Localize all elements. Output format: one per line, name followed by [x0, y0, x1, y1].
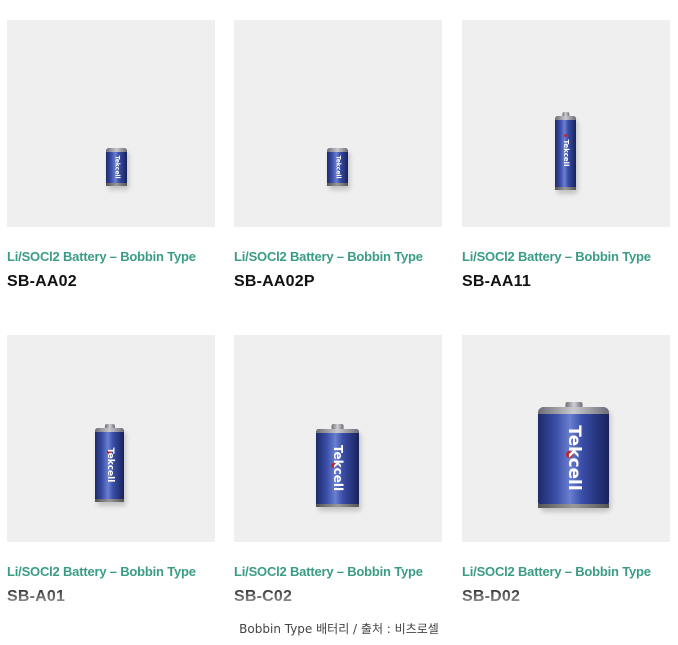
product-model[interactable]: SB-AA02P — [234, 273, 315, 291]
product-model[interactable]: SB-C02 — [234, 588, 292, 606]
product-model[interactable]: SB-AA02 — [7, 273, 77, 291]
product-image[interactable]: Tekcell — [234, 20, 442, 227]
product-model[interactable]: SB-AA11 — [462, 273, 531, 291]
product-card[interactable]: Tekcell Li/SOCl2 Battery – Bobbin Type S… — [234, 335, 442, 605]
battery-image: Tekcell — [95, 424, 124, 502]
battery-logo: Tekcell — [113, 155, 120, 179]
product-model[interactable]: SB-A01 — [7, 588, 65, 606]
product-image[interactable]: Tekcell — [462, 335, 670, 542]
product-image[interactable]: Tekcell — [7, 335, 215, 542]
battery-logo: Tekcell — [330, 444, 345, 492]
product-category[interactable]: Li/SOCl2 Battery – Bobbin Type — [7, 249, 196, 264]
battery-image: Tekcell — [327, 148, 348, 186]
image-caption: Bobbin Type 배터리 / 출처 : 비츠로셀 — [239, 622, 439, 636]
battery-image: Tekcell — [538, 402, 609, 508]
product-card[interactable]: Tekcell Li/SOCl2 Battery – Bobbin Type S… — [7, 20, 215, 290]
product-card[interactable]: Tekcell Li/SOCl2 Battery – Bobbin Type S… — [462, 335, 670, 605]
product-image[interactable]: Tekcell — [234, 335, 442, 542]
product-image[interactable]: Tekcell — [7, 20, 215, 227]
battery-logo: Tekcell — [104, 447, 115, 483]
product-card[interactable]: Tekcell Li/SOCl2 Battery – Bobbin Type S… — [7, 335, 215, 605]
product-category[interactable]: Li/SOCl2 Battery – Bobbin Type — [462, 249, 651, 264]
product-category[interactable]: Li/SOCl2 Battery – Bobbin Type — [234, 564, 423, 579]
battery-image: Tekcell — [316, 424, 359, 507]
battery-image: Tekcell — [555, 112, 576, 190]
product-category[interactable]: Li/SOCl2 Battery – Bobbin Type — [234, 249, 423, 264]
battery-logo: Tekcell — [563, 424, 584, 491]
product-image[interactable]: Tekcell — [462, 20, 670, 227]
product-grid: Tekcell Li/SOCl2 Battery – Bobbin Type S… — [0, 0, 678, 612]
battery-logo: Tekcell — [561, 139, 570, 167]
battery-logo: Tekcell — [334, 155, 341, 179]
product-card[interactable]: Tekcell Li/SOCl2 Battery – Bobbin Type S… — [462, 20, 670, 290]
product-category[interactable]: Li/SOCl2 Battery – Bobbin Type — [462, 564, 651, 579]
product-model[interactable]: SB-D02 — [462, 588, 520, 606]
product-card[interactable]: Tekcell Li/SOCl2 Battery – Bobbin Type S… — [234, 20, 442, 290]
product-category[interactable]: Li/SOCl2 Battery – Bobbin Type — [7, 564, 196, 579]
battery-image: Tekcell — [106, 148, 127, 186]
